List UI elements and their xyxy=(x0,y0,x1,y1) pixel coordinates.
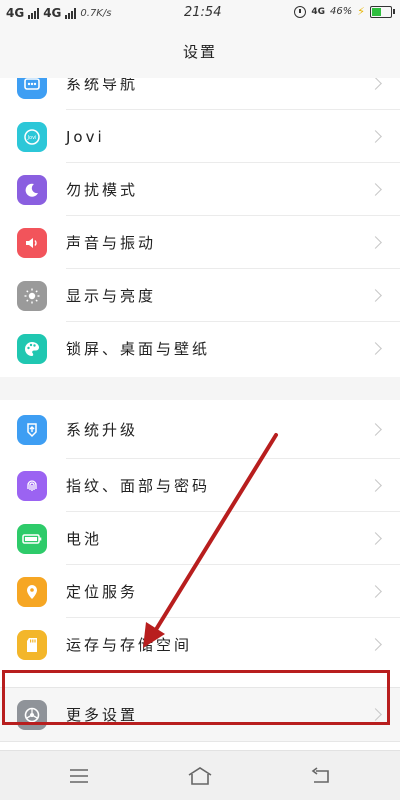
settings-item-system-upgrade[interactable]: 系统升级 xyxy=(0,400,400,459)
sun-icon xyxy=(17,280,47,311)
settings-item-label: 锁屏、桌面与壁纸 xyxy=(66,340,211,358)
settings-item-system-navigation[interactable]: 系统导航 xyxy=(0,78,400,110)
jovi-icon: Jovi xyxy=(17,121,47,152)
page-title: 设置 xyxy=(182,43,217,61)
home-icon[interactable] xyxy=(186,764,214,788)
charging-icon: ⚡ xyxy=(357,5,365,18)
settings-item-lockscreen-wallpaper[interactable]: 锁屏、桌面与壁纸 xyxy=(0,322,400,375)
settings-item-label: 电池 xyxy=(66,530,103,548)
menu-icon[interactable] xyxy=(66,764,92,788)
chevron-right-icon xyxy=(369,532,382,545)
settings-item-label: 勿扰模式 xyxy=(66,181,139,199)
settings-item-label: 指纹、面部与密码 xyxy=(66,477,211,495)
chevron-right-icon xyxy=(369,183,382,196)
alarm-icon xyxy=(294,5,307,18)
settings-item-display-brightness[interactable]: 显示与亮度 xyxy=(0,269,400,322)
network-type-1: 4G xyxy=(6,6,25,20)
chevron-right-icon xyxy=(369,423,382,436)
settings-item-battery[interactable]: 电池 xyxy=(0,512,400,565)
settings-item-label: 声音与振动 xyxy=(66,234,157,252)
speaker-icon xyxy=(17,227,47,258)
chevron-right-icon xyxy=(369,289,382,302)
network-type-2: 4G xyxy=(43,6,62,20)
settings-item-label: 运存与存储空间 xyxy=(66,636,193,654)
settings-item-label: 定位服务 xyxy=(66,583,139,601)
settings-screen: 4G 4G 0.7K/s 21:54 4G 46% ⚡ 设置 系统导航 Jovi… xyxy=(0,0,400,800)
battery-percent: 46% xyxy=(330,6,353,17)
chevron-right-icon xyxy=(369,638,382,651)
palette-icon xyxy=(17,333,47,364)
chevron-right-icon xyxy=(369,479,382,492)
navigation-icon xyxy=(17,78,47,99)
navigation-bar xyxy=(0,750,400,800)
clock: 21:54 xyxy=(184,5,222,20)
status-bar: 4G 4G 0.7K/s 21:54 4G 46% ⚡ xyxy=(0,0,400,26)
highlight-box xyxy=(2,670,390,725)
chevron-right-icon xyxy=(369,585,382,598)
fingerprint-icon xyxy=(17,470,47,501)
battery-icon xyxy=(370,5,395,18)
chevron-right-icon xyxy=(369,130,382,143)
settings-item-do-not-disturb[interactable]: 勿扰模式 xyxy=(0,163,400,216)
chevron-right-icon xyxy=(369,78,382,90)
settings-item-memory-storage[interactable]: 运存与存储空间 xyxy=(0,618,400,671)
chevron-right-icon xyxy=(369,342,382,355)
back-icon[interactable] xyxy=(308,764,334,788)
network-speed: 0.7K/s xyxy=(80,7,112,19)
settings-item-jovi[interactable]: Jovi Jovi xyxy=(0,110,400,163)
settings-item-label: Jovi xyxy=(66,127,105,146)
settings-group-1: 系统导航 Jovi Jovi 勿扰模式 声音与振动 显示与亮度 锁屏、桌面与壁纸 xyxy=(0,78,400,377)
header: 设置 xyxy=(0,26,400,78)
settings-item-fingerprint-face-password[interactable]: 指纹、面部与密码 xyxy=(0,459,400,512)
chevron-right-icon xyxy=(369,236,382,249)
settings-item-label: 系统导航 xyxy=(66,78,139,93)
signal-icon xyxy=(28,7,40,19)
battery-icon xyxy=(17,523,47,554)
settings-item-label: 系统升级 xyxy=(66,421,139,439)
settings-item-sound-vibration[interactable]: 声音与振动 xyxy=(0,216,400,269)
moon-icon xyxy=(17,174,47,205)
signal-icon xyxy=(65,7,77,19)
location-pin-icon xyxy=(17,576,47,607)
settings-item-location-service[interactable]: 定位服务 xyxy=(0,565,400,618)
upgrade-icon xyxy=(17,414,47,445)
network-type-3: 4G xyxy=(311,6,326,17)
sd-card-icon xyxy=(17,629,47,660)
settings-item-label: 显示与亮度 xyxy=(66,287,157,305)
svg-text:Jovi: Jovi xyxy=(27,135,37,141)
